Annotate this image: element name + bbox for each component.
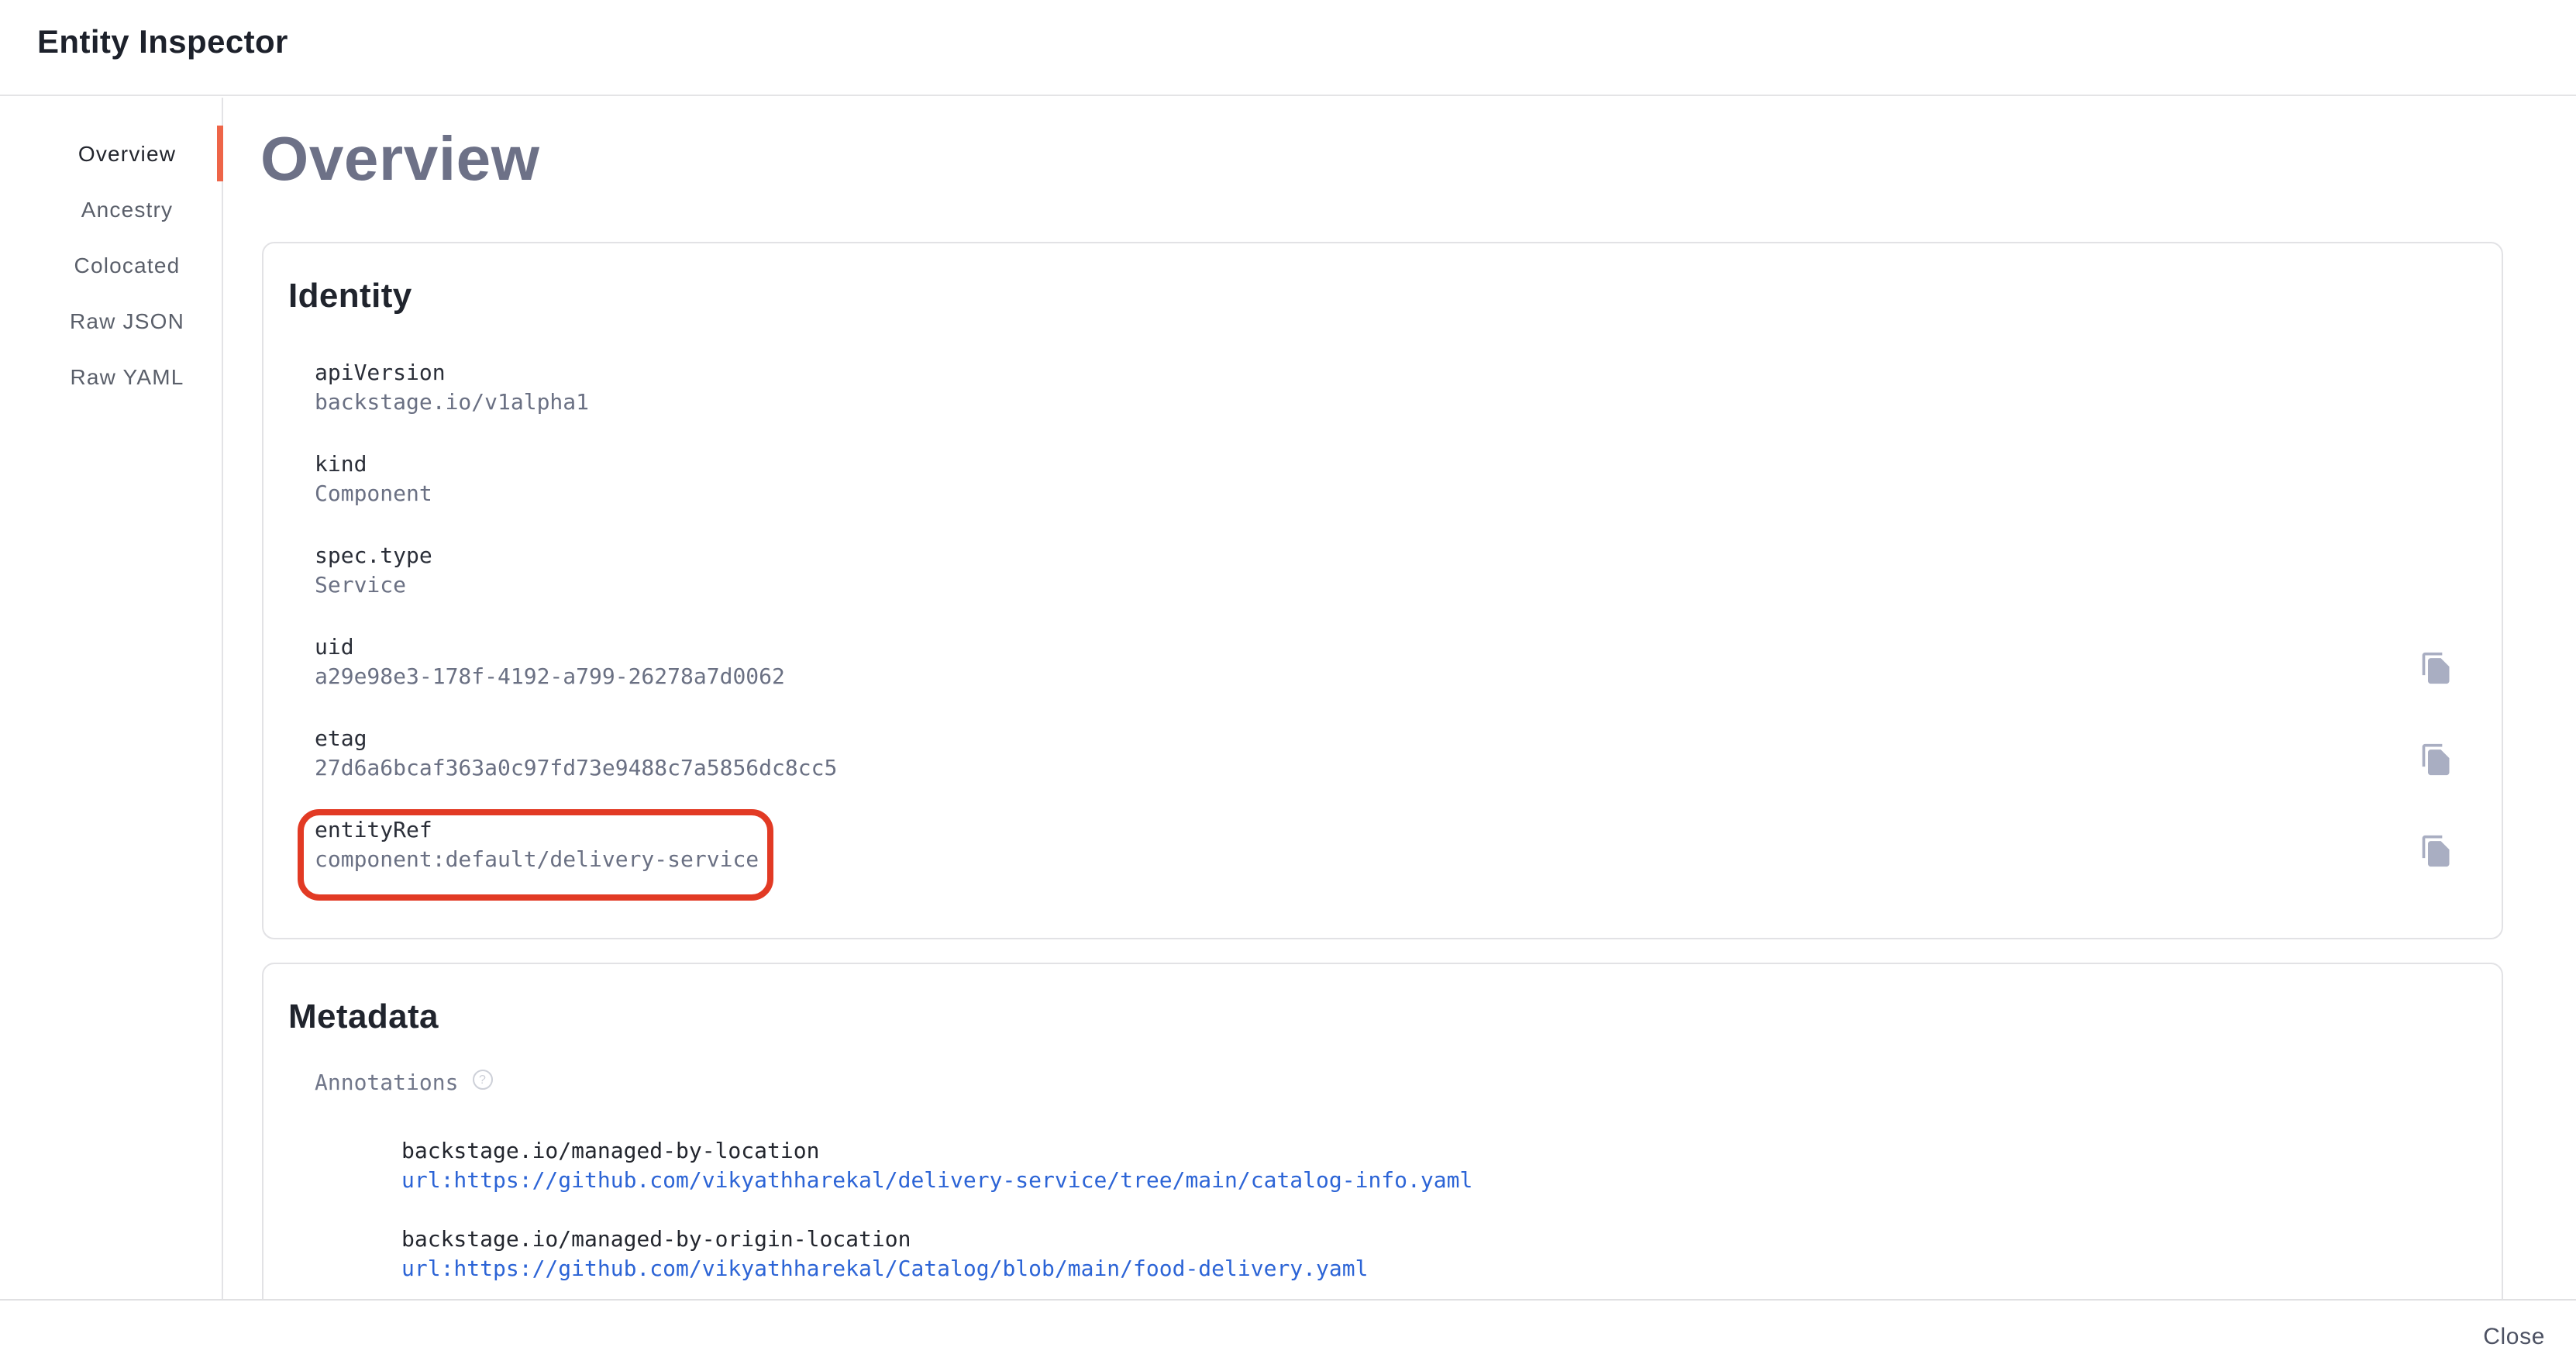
dialog-title: Entity Inspector [37,23,288,64]
field-value: 27d6a6bcaf363a0c97fd73e9488c7a5856dc8cc5 [315,755,2502,784]
annotation-url-link[interactable]: url:https://github.com/vikyathharekal/Ca… [401,1256,1368,1285]
active-tab-indicator [217,126,223,181]
annotations-label: Annotations [315,1070,458,1099]
dialog-body: Overview Ancestry Colocated Raw JSON Raw… [0,98,2576,1299]
field-label: etag [315,725,2502,755]
tab-raw-json[interactable]: Raw JSON [0,293,222,349]
identity-field-list: apiVersion backstage.io/v1alpha1 kind Co… [263,360,2502,876]
tab-list: Overview Ancestry Colocated Raw JSON Raw… [0,126,222,405]
tab-colocated[interactable]: Colocated [0,237,222,293]
field-etag: etag 27d6a6bcaf363a0c97fd73e9488c7a5856d… [315,725,2502,784]
annotation-url-link[interactable]: url:https://github.com/vikyathharekal/de… [401,1167,1472,1197]
copy-entityref-button[interactable] [2419,834,2454,868]
copy-icon [2419,743,2454,777]
tab-ancestry[interactable]: Ancestry [0,181,222,237]
field-label: entityRef [315,817,2502,846]
field-label: kind [315,451,2502,481]
annotation-managed-by-origin-location: backstage.io/managed-by-origin-location … [401,1226,2502,1285]
field-spec-type: spec.type Service [315,543,2502,601]
field-label: uid [315,634,2502,663]
dialog-footer: Close [0,1299,2576,1361]
field-label: apiVersion [315,360,2502,389]
field-value: component:default/delivery-service [315,846,2502,876]
field-entityref: entityRef component:default/delivery-ser… [315,817,2502,876]
help-icon[interactable]: ? [472,1070,492,1090]
field-label: spec.type [315,543,2502,572]
field-kind: kind Component [315,451,2502,510]
tab-overview[interactable]: Overview [0,126,222,181]
tab-panel-overview: Overview Identity apiVersion backstage.i… [223,98,2576,1299]
entity-inspector-dialog: Entity Inspector Overview Ancestry Coloc… [0,0,2576,1361]
field-value: a29e98e3-178f-4192-a799-26278a7d0062 [315,663,2502,693]
metadata-card: Metadata Annotations ? backstage.io/mana… [262,963,2503,1299]
field-uid: uid a29e98e3-178f-4192-a799-26278a7d0062 [315,634,2502,693]
annotation-key: backstage.io/managed-by-location [401,1138,2502,1167]
copy-icon [2419,651,2454,685]
close-button[interactable]: Close [2483,1324,2545,1352]
copy-icon [2419,834,2454,868]
identity-card: Identity apiVersion backstage.io/v1alpha… [262,242,2503,939]
annotations-section-header: Annotations ? [315,1070,2502,1099]
page-title: Overview [260,124,540,195]
metadata-card-title: Metadata [288,995,2502,1039]
field-value: Service [315,572,2502,601]
identity-card-title: Identity [288,274,2502,318]
annotation-list: backstage.io/managed-by-location url:htt… [263,1138,2502,1285]
tab-raw-yaml[interactable]: Raw YAML [0,349,222,405]
copy-uid-button[interactable] [2419,651,2454,685]
field-apiversion: apiVersion backstage.io/v1alpha1 [315,360,2502,419]
field-value: Component [315,481,2502,510]
dialog-header: Entity Inspector [0,0,2576,96]
sidebar-tab-rail: Overview Ancestry Colocated Raw JSON Raw… [0,98,223,1299]
annotation-managed-by-location: backstage.io/managed-by-location url:htt… [401,1138,2502,1197]
annotation-key: backstage.io/managed-by-origin-location [401,1226,2502,1256]
field-value: backstage.io/v1alpha1 [315,389,2502,419]
copy-etag-button[interactable] [2419,743,2454,777]
